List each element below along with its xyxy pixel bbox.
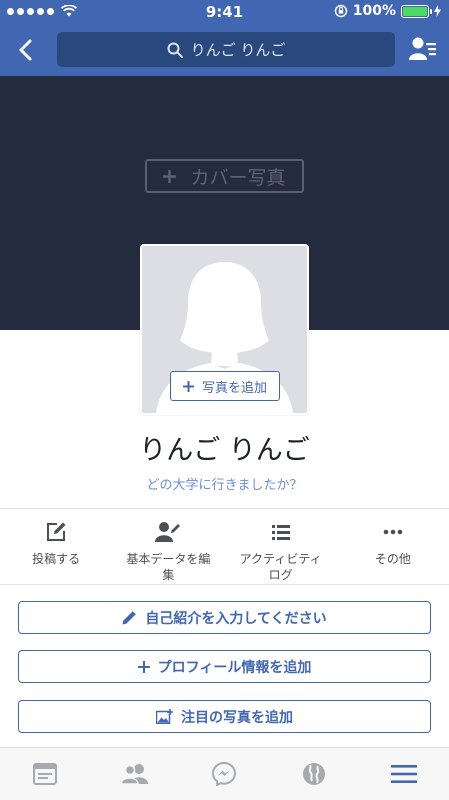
list-icon bbox=[271, 525, 290, 540]
tab-notifications[interactable] bbox=[269, 748, 359, 800]
more-action-label: その他 bbox=[374, 552, 411, 566]
activity-log-action[interactable]: アクティビティ ログ bbox=[225, 509, 337, 584]
avatar: 写真を追加 bbox=[142, 246, 307, 413]
charging-icon bbox=[434, 5, 441, 17]
add-featured-photos-button[interactable]: 注目の写真を追加 bbox=[18, 700, 431, 733]
battery-fill bbox=[403, 6, 427, 16]
activity-log-label: アクティビティ ログ bbox=[239, 552, 322, 582]
add-profile-info-label: プロフィール情報を追加 bbox=[157, 659, 312, 676]
more-icon bbox=[383, 529, 403, 535]
compose-icon bbox=[47, 522, 66, 541]
cover-button-label: カバー写真 bbox=[190, 166, 286, 189]
back-button[interactable] bbox=[10, 34, 40, 66]
person-list-icon bbox=[409, 37, 436, 60]
add-cover-photo-button[interactable]: カバー写真 bbox=[145, 159, 304, 193]
notifications-globe-icon bbox=[303, 763, 326, 785]
profile-picture[interactable]: 写真を追加 bbox=[140, 244, 309, 415]
edit-basic-info-label: 基本データを編 集 bbox=[126, 552, 211, 582]
add-university-link[interactable]: どの大学に行きましたか？ bbox=[0, 474, 449, 493]
add-photo-label: 写真を追加 bbox=[201, 380, 267, 396]
tab-news-feed[interactable] bbox=[0, 748, 90, 800]
menu-icon bbox=[391, 765, 418, 783]
add-profile-info-button[interactable]: プロフィール情報を追加 bbox=[18, 650, 431, 683]
add-featured-photos-label: 注目の写真を追加 bbox=[181, 709, 293, 726]
plus-icon bbox=[163, 169, 177, 183]
battery-percent: 100% bbox=[352, 3, 396, 19]
photo-add-icon bbox=[156, 709, 173, 724]
search-text: りんご りんご bbox=[190, 41, 286, 59]
add-bio-button[interactable]: 自己紹介を入力してください bbox=[18, 601, 431, 634]
profile-name: りんご りんご bbox=[139, 435, 310, 466]
tab-friends[interactable] bbox=[90, 748, 180, 800]
pencil-icon bbox=[122, 611, 137, 625]
edit-basic-info-action[interactable]: 基本データを編 集 bbox=[112, 509, 224, 584]
chevron-left-icon bbox=[19, 39, 32, 61]
post-action-label: 投稿する bbox=[32, 552, 81, 566]
add-bio-label: 自己紹介を入力してください bbox=[145, 610, 327, 627]
add-profile-photo-button[interactable]: 写真を追加 bbox=[170, 371, 280, 401]
news-feed-icon bbox=[32, 763, 57, 785]
post-action[interactable]: 投稿する bbox=[0, 509, 112, 584]
friends-icon bbox=[120, 764, 148, 785]
profile-switch-button[interactable] bbox=[409, 36, 437, 62]
profile-actions: 投稿する 基本データを編 集 アクティビティ ログ その他 bbox=[0, 509, 449, 584]
more-action[interactable]: その他 bbox=[337, 509, 449, 584]
battery-icon bbox=[401, 4, 432, 18]
divider bbox=[0, 584, 449, 585]
edit-person-icon bbox=[155, 522, 181, 542]
nav-bar: りんご りんご bbox=[0, 24, 449, 76]
plus-icon bbox=[182, 380, 194, 392]
tab-bar bbox=[0, 747, 449, 800]
tab-messenger[interactable] bbox=[180, 748, 270, 800]
status-bar: 9:41 100% bbox=[0, 0, 449, 24]
rotation-lock-icon bbox=[334, 4, 347, 18]
status-right: 100% bbox=[334, 3, 441, 19]
search-bar[interactable]: りんご りんご bbox=[57, 32, 395, 67]
messenger-icon bbox=[212, 762, 237, 786]
search-icon bbox=[167, 42, 183, 58]
tab-menu[interactable] bbox=[359, 748, 449, 800]
plus-icon bbox=[137, 660, 150, 673]
